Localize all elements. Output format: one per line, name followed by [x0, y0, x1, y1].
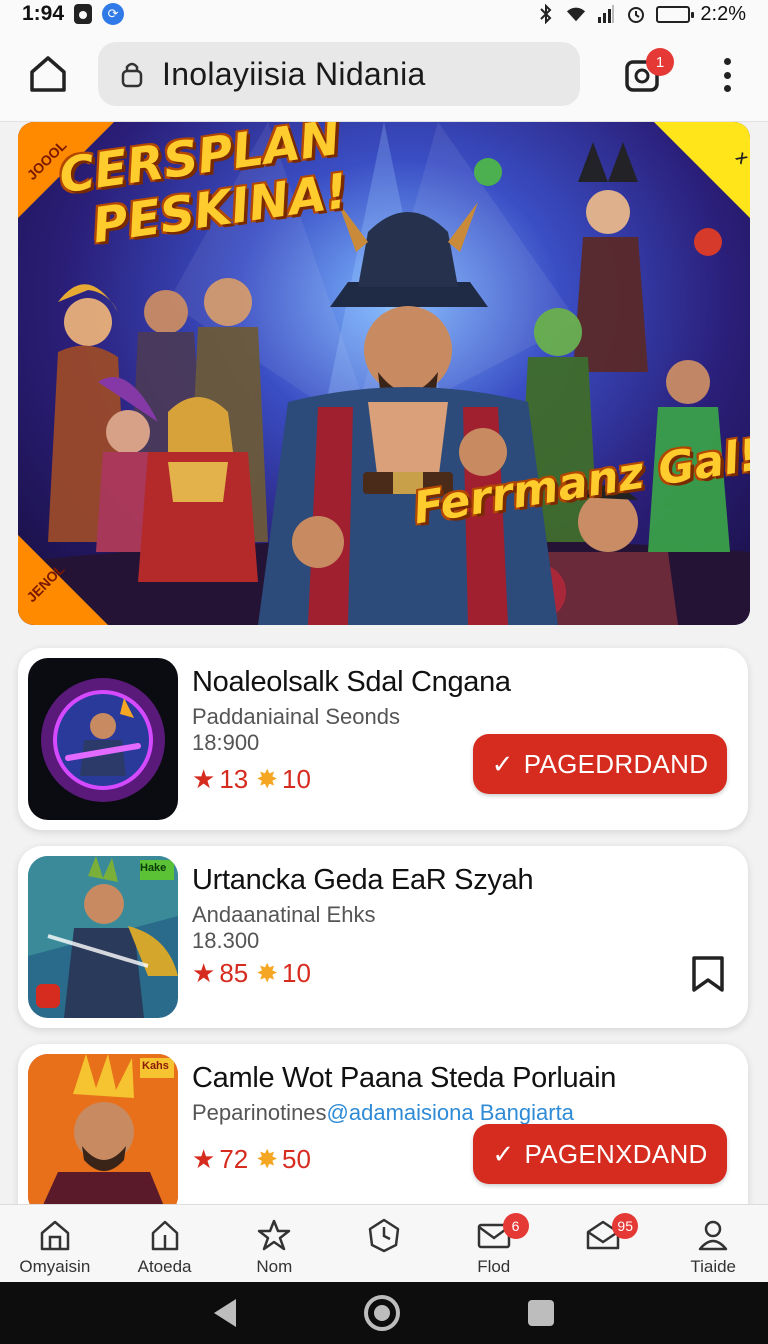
game-thumbnail-art — [28, 1054, 178, 1216]
game-ratings: ★ 72 ✸ 50 — [192, 1144, 311, 1175]
status-bar: 1:94 ⟳ 2:2% — [0, 0, 768, 28]
developer-link[interactable]: @adamaisiona Bangiarta — [327, 1100, 574, 1125]
thumb-tag: Hake — [140, 862, 167, 874]
wifi-icon — [566, 4, 586, 24]
status-time: 1:94 — [22, 2, 65, 25]
game-card[interactable]: Noaleolsalk Sdal Cngana Paddaniainal Seo… — [18, 648, 748, 830]
nav-item-home[interactable]: Omyaisin — [0, 1205, 110, 1282]
nav-label: Tiaide — [690, 1257, 736, 1276]
star-icon: ★ — [192, 1144, 216, 1174]
battery-icon — [656, 5, 695, 23]
game-subtitle-text: Peparinotines — [192, 1100, 327, 1125]
compass-icon — [368, 1218, 400, 1253]
nav-label: Nom — [256, 1257, 293, 1276]
corner-ribbon-bl — [18, 535, 108, 625]
lock-icon — [121, 62, 143, 88]
game-subtitle: Paddaniainal Seonds — [192, 704, 400, 729]
nav-item-messages[interactable]: 95 — [549, 1205, 659, 1282]
corner-ribbon-tr — [654, 122, 750, 218]
alarm-icon — [626, 4, 646, 24]
game-ratings: ★ 85 ✸ 10 — [192, 958, 311, 989]
more-vert-icon[interactable] — [716, 58, 738, 92]
status-left: 1:94 ⟳ — [22, 2, 125, 26]
nav-item-updates[interactable]: Atoeda — [110, 1205, 220, 1282]
home-icon — [30, 56, 66, 92]
bluetooth-icon — [536, 4, 556, 24]
home-outline-icon — [40, 1220, 70, 1251]
game-title[interactable]: Noaleolsalk Sdal Cngana — [192, 666, 511, 699]
game-thumbnail-art — [28, 856, 178, 1018]
rating-a: 13 — [219, 764, 249, 794]
star-icon: ★ — [192, 958, 216, 988]
check-icon: ✓ — [491, 748, 514, 779]
nav-item-explore[interactable] — [329, 1205, 439, 1282]
rating-a: 72 — [219, 1144, 249, 1174]
game-card[interactable]: Kahs Camle Wot Paana Steda Porluain Pepa… — [18, 1044, 748, 1226]
game-thumbnail[interactable]: Kahs — [28, 1054, 178, 1216]
address-bar[interactable]: Inolayiisia Nidania — [98, 42, 580, 106]
rating-b: 50 — [282, 1144, 311, 1174]
browser-page: 1:94 ⟳ 2:2% Inolayiisia Nidania 1 JOOOL … — [0, 0, 768, 1344]
badge-star-icon: ✸ — [256, 764, 279, 794]
nav-item-inbox[interactable]: 6 Flod — [439, 1205, 549, 1282]
lock-icon — [74, 4, 93, 24]
bookmark-button[interactable] — [688, 954, 728, 996]
install-button[interactable]: ✓ PAGEDRDAND — [473, 734, 727, 794]
game-title[interactable]: Camle Wot Paana Steda Porluain — [192, 1062, 616, 1095]
system-home-icon[interactable] — [364, 1295, 400, 1331]
promo-banner[interactable]: JOOOL X JENOL CERSPLAN PESKINA! Ferrmanz… — [18, 122, 750, 625]
status-right: 2:2% — [536, 3, 746, 26]
badge-star-icon: ✸ — [256, 958, 279, 988]
star-outline-icon — [258, 1219, 291, 1251]
check-icon: ✓ — [492, 1138, 515, 1169]
game-thumbnail[interactable] — [28, 658, 178, 820]
install-button-label: PAGENXDAND — [524, 1138, 708, 1169]
battery-text: 2:2% — [700, 2, 746, 25]
nav-item-profile[interactable]: Tiaide — [658, 1205, 768, 1282]
back-icon[interactable] — [214, 1299, 236, 1327]
game-thumbnail[interactable]: Hake — [28, 856, 178, 1018]
nav-item-favorites[interactable]: Nom — [219, 1205, 329, 1282]
game-count: 18.300 — [192, 928, 260, 953]
address-text: Inolayiisia Nidania — [162, 55, 426, 92]
install-button-label: PAGEDRDAND — [523, 748, 709, 779]
thumb-tag: Kahs — [142, 1060, 169, 1072]
rating-b: 10 — [282, 764, 311, 794]
signal-icon — [596, 4, 616, 24]
rating-a: 85 — [219, 958, 249, 988]
system-navigation-bar — [0, 1282, 768, 1344]
nav-label: Flod — [477, 1257, 511, 1276]
badge-star-icon: ✸ — [256, 1144, 279, 1174]
nav-label: Atoeda — [137, 1257, 192, 1276]
game-card[interactable]: Hake Urtancka Geda EaR Szyah Andaanatina… — [18, 846, 748, 1028]
home-button[interactable] — [24, 52, 72, 96]
notification-badge: 6 — [502, 1213, 529, 1239]
star-icon: ★ — [192, 764, 216, 794]
nav-label: Omyaisin — [19, 1257, 91, 1276]
tabs-count-badge: 1 — [646, 48, 674, 76]
notification-badge: 95 — [612, 1213, 639, 1239]
browser-toolbar: Inolayiisia Nidania 1 — [0, 28, 768, 122]
recents-icon[interactable] — [528, 1300, 554, 1326]
game-title[interactable]: Urtancka Geda EaR Szyah — [192, 864, 534, 897]
install-button[interactable]: ✓ PAGENXDAND — [473, 1124, 727, 1184]
game-count: 18:900 — [192, 730, 260, 755]
rating-b: 10 — [282, 958, 311, 988]
person-icon — [698, 1220, 728, 1251]
game-subtitle: Andaanatinal Ehks — [192, 902, 376, 927]
bookmark-icon — [692, 956, 724, 992]
bottom-navigation: Omyaisin Atoeda Nom 6 Flod 95 Tiaide — [0, 1204, 768, 1282]
game-thumbnail-art — [28, 658, 178, 820]
assistant-icon: ⟳ — [102, 3, 125, 25]
home-alt-icon — [151, 1220, 178, 1251]
game-subtitle: Peparinotines@adamaisiona Bangiarta — [192, 1100, 574, 1126]
game-ratings: ★ 13 ✸ 10 — [192, 764, 311, 795]
